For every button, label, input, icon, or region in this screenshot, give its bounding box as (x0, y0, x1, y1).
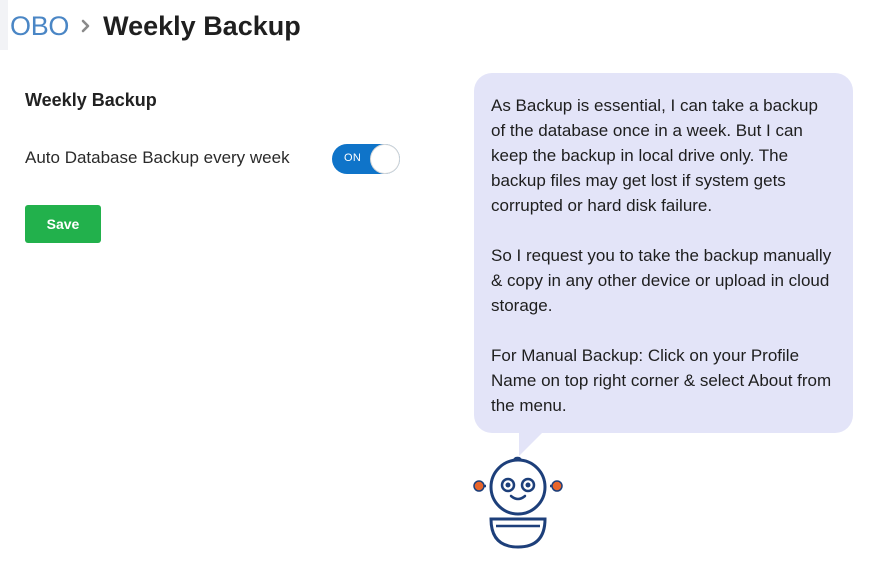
speech-bubble-tail (519, 430, 545, 456)
assistant-speech-bubble: As Backup is essential, I can take a bac… (474, 73, 853, 433)
robot-assistant-icon (470, 455, 566, 551)
auto-backup-toggle[interactable]: ON (332, 144, 400, 174)
section-title: Weekly Backup (25, 90, 157, 110)
breadcrumb: OBO Weekly Backup (10, 8, 301, 44)
auto-backup-label: Auto Database Backup every week (25, 148, 290, 167)
assistant-message-paragraph: For Manual Backup: Click on your Profile… (491, 346, 832, 415)
toggle-knob (371, 145, 399, 173)
save-button[interactable]: Save (25, 205, 101, 243)
assistant-message-paragraph: As Backup is essential, I can take a bac… (491, 96, 818, 215)
chevron-right-icon (69, 11, 103, 41)
left-edge-strip (0, 0, 8, 50)
assistant-message-paragraph: So I request you to take the backup manu… (491, 246, 832, 315)
toggle-state-text: ON (344, 152, 362, 164)
auto-backup-setting-row: Auto Database Backup every week ON (25, 142, 405, 176)
breadcrumb-parent-link[interactable]: OBO (10, 11, 69, 42)
page-title: Weekly Backup (103, 10, 301, 41)
